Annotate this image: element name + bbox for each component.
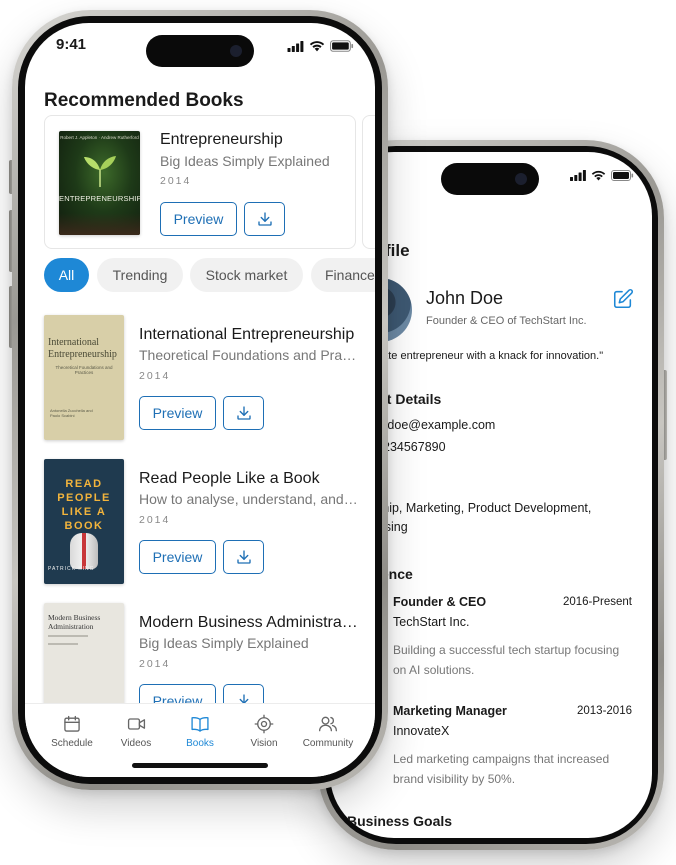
- sprout-icon: [84, 156, 116, 187]
- users-icon: [319, 716, 337, 732]
- dynamic-island: [146, 35, 254, 67]
- status-icons: [287, 40, 354, 52]
- filter-chip-trending[interactable]: Trending: [97, 258, 183, 292]
- experience-description: Building a successful tech startup focus…: [393, 643, 620, 677]
- experience-company: TechStart Inc.: [393, 615, 470, 629]
- featured-book-card[interactable]: Robert J. Appleton · Andrew Rutherford E…: [44, 115, 356, 249]
- download-button[interactable]: [223, 396, 264, 430]
- book-cover: International Entrepreneurship Theoretic…: [44, 315, 124, 440]
- tab-videos[interactable]: Videos: [101, 714, 171, 749]
- home-indicator[interactable]: [132, 763, 268, 768]
- download-icon: [257, 212, 272, 226]
- signal-icon: [570, 170, 586, 181]
- tab-label: Vision: [250, 738, 278, 749]
- books-screen: 9:41 Recommended Books Robert J. Appleto…: [25, 23, 375, 777]
- dynamic-island: [441, 163, 539, 195]
- wifi-icon: [591, 170, 606, 181]
- book-title: Read People Like a Book: [139, 470, 320, 487]
- cover-author: PATRICK KING: [48, 566, 95, 572]
- experience-company: InnovateX: [393, 724, 450, 738]
- filter-chip-finance[interactable]: Finance: [311, 258, 375, 292]
- download-button[interactable]: [244, 202, 285, 236]
- cover-title: International Entrepreneurship: [48, 337, 117, 360]
- profile-quote: nate entrepreneur with a knack for innov…: [376, 350, 604, 362]
- cover-title: Modern Business Administration: [48, 613, 101, 631]
- filter-chip-stock-market[interactable]: Stock market: [190, 258, 303, 292]
- signal-icon: [287, 40, 304, 52]
- book-year: 2014: [139, 370, 171, 382]
- skills-text: ship, Marketing, Product Development,: [376, 501, 592, 515]
- status-time: 9:41: [56, 36, 87, 53]
- cover-title: READ PEOPLE LIKE A BOOK: [57, 478, 111, 532]
- goals-heading: Business Goals: [347, 813, 453, 829]
- battery-icon: [611, 170, 634, 181]
- target-icon: [254, 714, 274, 734]
- tab-label: Videos: [120, 738, 152, 749]
- book-cover: READ PEOPLE LIKE A BOOK PATRICK KING: [44, 459, 124, 584]
- battery-icon: [330, 40, 354, 52]
- book-year: 2014: [139, 514, 171, 526]
- cover-title: ENTREPRENEURSHIP: [59, 194, 140, 203]
- preview-button[interactable]: Preview: [139, 540, 216, 574]
- cover-authors: Robert J. Appleton · Andrew Rutherford: [60, 135, 139, 140]
- book-subtitle: How to analyse, understand, and predict …: [139, 491, 361, 507]
- tab-label: Community: [302, 738, 354, 749]
- status-icons: [570, 170, 634, 181]
- tab-community[interactable]: Community: [293, 714, 363, 749]
- profile-role: Founder & CEO of TechStart Inc.: [426, 315, 587, 327]
- filter-chip-all[interactable]: All: [44, 258, 89, 292]
- phone-text[interactable]: 234567890: [383, 440, 446, 454]
- cover-authors: Antonella Zucchella and Paolo Scabini: [50, 408, 93, 418]
- email-text[interactable]: e.doe@example.com: [377, 418, 495, 432]
- tab-vision[interactable]: Vision: [229, 714, 299, 749]
- book-subtitle: Theoretical Foundations and Practices: [139, 347, 361, 363]
- experience-description: Led marketing campaigns that increased b…: [393, 752, 610, 786]
- download-button[interactable]: [223, 540, 264, 574]
- experience-dates: 2016-Present: [562, 596, 632, 608]
- book-cover: Robert J. Appleton · Andrew Rutherford E…: [59, 131, 140, 235]
- experience-title: Founder & CEO: [393, 595, 487, 609]
- tab-label: Schedule: [51, 738, 93, 749]
- experience-title: Marketing Manager: [393, 704, 507, 718]
- tab-label: Books: [186, 738, 214, 749]
- book-year: 2014: [139, 658, 171, 670]
- download-icon: [236, 406, 251, 420]
- download-icon: [236, 550, 251, 564]
- preview-button[interactable]: Preview: [160, 202, 237, 236]
- book-year: 2014: [160, 175, 192, 187]
- profile-name: John Doe: [426, 288, 504, 308]
- tab-books[interactable]: Books: [165, 714, 235, 749]
- edit-icon[interactable]: [612, 288, 634, 310]
- book-icon: [191, 717, 209, 732]
- wifi-icon: [309, 41, 325, 52]
- video-icon: [127, 718, 145, 730]
- books-phone: 9:41 Recommended Books Robert J. Appleto…: [9, 10, 388, 790]
- preview-button[interactable]: Preview: [139, 396, 216, 430]
- experience-dates: 2013-2016: [577, 705, 632, 717]
- tab-schedule[interactable]: Schedule: [37, 714, 107, 749]
- cover-subtitle: Theoretical Foundations and Practices: [55, 365, 113, 375]
- book-title: International Entrepreneurship: [139, 326, 355, 343]
- contact-heading: ct Details: [379, 391, 442, 407]
- book-title: Entrepreneurship: [160, 131, 283, 148]
- calendar-icon: [64, 715, 80, 732]
- next-featured-card[interactable]: [362, 115, 375, 249]
- book-title: Modern Business Administration: [139, 614, 361, 631]
- book-subtitle: Big Ideas Simply Explained: [160, 153, 330, 169]
- section-title: Recommended Books: [44, 90, 244, 111]
- book-subtitle: Big Ideas Simply Explained: [139, 635, 309, 651]
